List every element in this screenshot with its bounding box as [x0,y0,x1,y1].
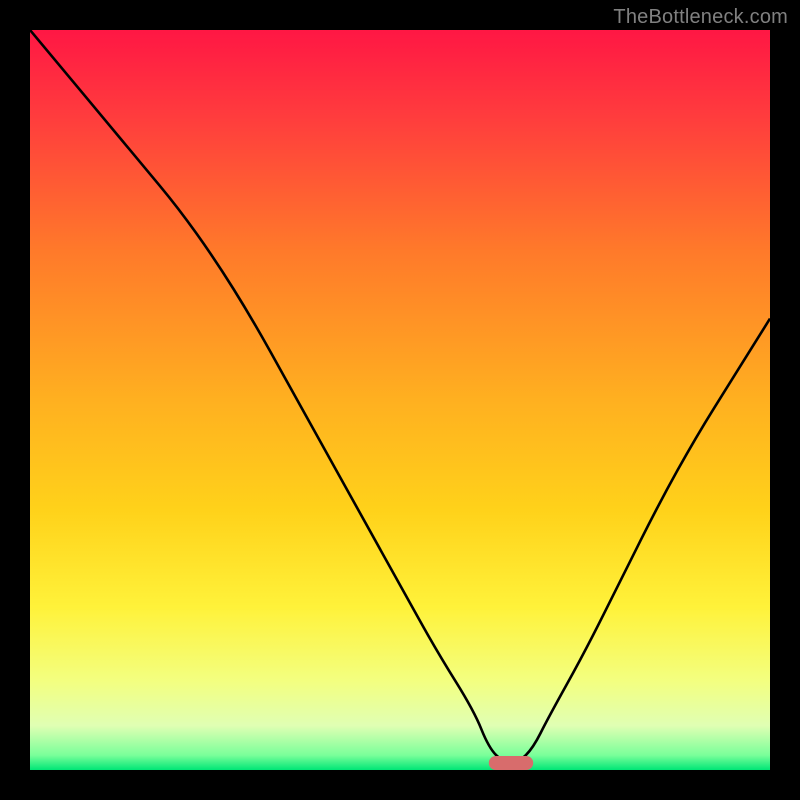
bottleneck-chart: TheBottleneck.com [0,0,800,800]
gradient-background [30,30,770,770]
watermark-label: TheBottleneck.com [613,6,788,29]
chart-svg [30,30,770,770]
optimal-marker [489,756,533,770]
plot-area [30,30,770,770]
